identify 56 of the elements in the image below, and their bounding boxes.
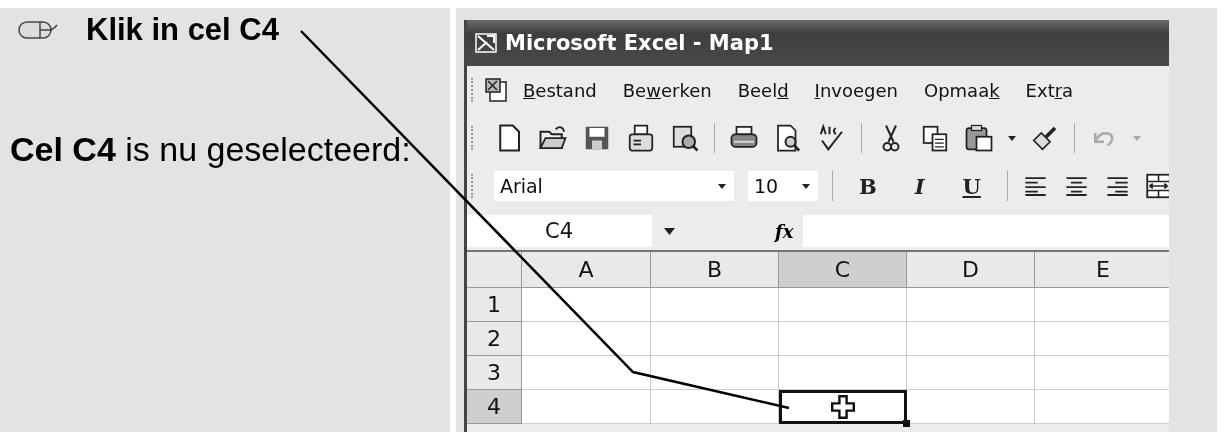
menu-item[interactable]: Bewerken <box>611 77 723 103</box>
copy-icon[interactable] <box>920 123 950 153</box>
paste-icon[interactable] <box>964 123 994 153</box>
row-header[interactable]: 4 <box>467 390 522 424</box>
name-box[interactable]: C4 <box>467 215 652 247</box>
row-header[interactable]: 3 <box>467 356 522 390</box>
cursor-icon <box>831 395 855 419</box>
table-cell[interactable] <box>522 356 651 390</box>
table-cell[interactable] <box>651 288 779 322</box>
menu-item[interactable]: Beeld <box>726 77 800 103</box>
menu-item[interactable]: Invoegen <box>803 77 909 103</box>
merge-center-icon[interactable] <box>1144 172 1169 200</box>
function-label[interactable]: fx <box>775 220 794 242</box>
menu-item[interactable]: Bestand <box>512 77 608 103</box>
row-header[interactable]: 1 <box>467 288 522 322</box>
excel-logo-icon <box>475 33 497 53</box>
mouse-icon <box>18 20 58 40</box>
column-header[interactable]: C <box>779 252 907 288</box>
window-title: Microsoft Excel - Map1 <box>505 31 774 55</box>
formula-field[interactable] <box>803 215 1169 247</box>
text-style-button[interactable]: U <box>950 173 993 199</box>
table-cell[interactable] <box>651 390 779 424</box>
caret-icon[interactable] <box>1008 135 1016 141</box>
table-cell[interactable] <box>651 322 779 356</box>
column-header[interactable]: E <box>1035 252 1169 288</box>
caret-icon[interactable] <box>664 227 675 235</box>
text-style-button[interactable]: I <box>902 173 937 199</box>
table-cell[interactable] <box>779 288 907 322</box>
table-cell[interactable] <box>907 322 1035 356</box>
caret-icon <box>801 183 810 189</box>
table-cell[interactable] <box>907 356 1035 390</box>
row-header[interactable]: 2 <box>467 322 522 356</box>
table-cell[interactable] <box>522 322 651 356</box>
research-icon[interactable] <box>670 123 700 153</box>
printer-icon[interactable] <box>626 123 656 153</box>
caret-icon <box>717 183 726 189</box>
table-cell[interactable] <box>522 390 651 424</box>
table-cell[interactable] <box>907 390 1035 424</box>
menu-item[interactable]: Extra <box>1014 77 1085 103</box>
fill-handle[interactable] <box>903 420 910 427</box>
column-header[interactable]: D <box>907 252 1035 288</box>
table-cell[interactable] <box>779 322 907 356</box>
table-cell[interactable] <box>522 288 651 322</box>
column-header[interactable]: A <box>522 252 651 288</box>
font-dropdown[interactable]: Arial <box>493 171 734 201</box>
text-style-button[interactable]: B <box>846 173 889 199</box>
menu-item[interactable]: Opmaak <box>912 77 1011 103</box>
instruction-step: Klik in cel C4 <box>86 12 279 48</box>
instruction-result: Cel C4 is nu geselecteerd: <box>10 130 412 169</box>
workbook-icon[interactable] <box>484 78 508 102</box>
font-size-dropdown[interactable]: 10 <box>747 171 818 201</box>
table-cell[interactable] <box>907 288 1035 322</box>
table-cell[interactable] <box>651 356 779 390</box>
selected-cell[interactable] <box>779 390 907 424</box>
column-header[interactable]: B <box>651 252 779 288</box>
table-cell[interactable] <box>779 356 907 390</box>
